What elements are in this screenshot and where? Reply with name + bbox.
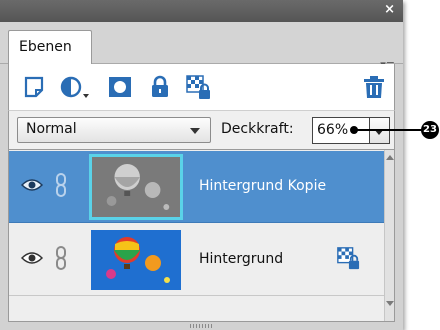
lock-icon[interactable] <box>147 74 173 100</box>
tab-label: Ebenen <box>19 39 72 55</box>
layer-thumbnail-color <box>91 230 181 290</box>
callout-number: 23 <box>421 121 439 139</box>
blend-mode-value: Normal <box>26 121 77 137</box>
callout-dot <box>350 126 358 134</box>
chevron-down-icon <box>190 128 200 134</box>
callout-line <box>354 129 424 131</box>
adjustment-layer-icon[interactable] <box>59 74 91 100</box>
scroll-up-icon[interactable] <box>386 155 394 160</box>
blend-mode-select[interactable]: Normal <box>17 117 211 143</box>
lock-transparent-icon <box>337 247 360 270</box>
layer-name: Hintergrund Kopie <box>199 178 327 194</box>
layer-toolbar <box>8 64 395 110</box>
tab-ebenen[interactable]: Ebenen <box>8 30 92 64</box>
panel-titlebar: × <box>0 0 403 22</box>
close-icon[interactable]: × <box>384 2 395 18</box>
layer-list-scrollbar[interactable] <box>384 150 394 321</box>
layer-row-hintergrund[interactable]: Hintergrund <box>9 224 386 296</box>
layer-options-bar: Normal Deckkraft: 66% <box>8 110 395 150</box>
link-icon[interactable] <box>54 173 68 197</box>
opacity-value: 66% <box>317 122 349 138</box>
layer-row-hintergrund-kopie[interactable]: Hintergrund Kopie <box>9 151 386 223</box>
new-layer-icon[interactable] <box>21 74 47 100</box>
layer-thumbnail-grayscale <box>89 154 183 220</box>
lock-transparent-icon[interactable] <box>185 74 211 100</box>
layers-panel: × Ebenen ▾≡ <box>0 0 403 330</box>
layer-list: Hintergrund Kopie Hintergrund <box>8 150 395 322</box>
link-icon[interactable] <box>54 246 68 270</box>
resize-grip[interactable] <box>190 324 214 328</box>
opacity-label: Deckkraft: <box>221 121 294 137</box>
scroll-down-icon[interactable] <box>386 301 394 306</box>
trash-icon[interactable] <box>361 74 387 100</box>
eye-icon[interactable] <box>21 177 43 193</box>
layer-mask-icon[interactable] <box>107 74 133 100</box>
eye-icon[interactable] <box>21 250 43 266</box>
tab-strip: Ebenen ▾≡ <box>0 22 403 71</box>
layer-name: Hintergrund <box>199 251 284 267</box>
